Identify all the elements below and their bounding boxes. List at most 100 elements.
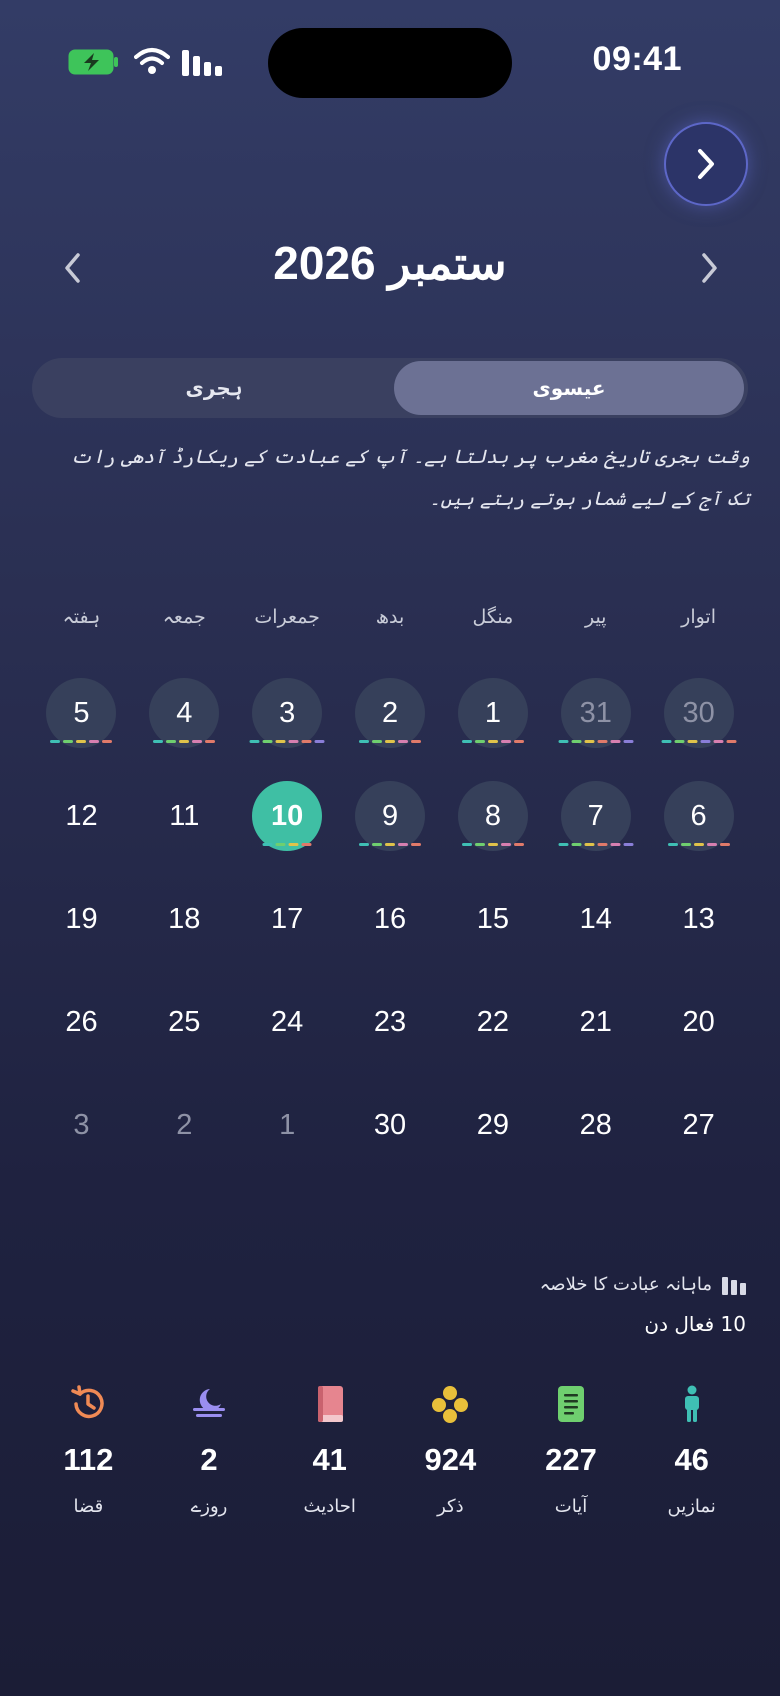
tab-gregorian[interactable]: عیسوی bbox=[394, 361, 744, 415]
dots-icon bbox=[430, 1384, 470, 1424]
calendar-day[interactable]: 16 bbox=[339, 866, 442, 969]
calendar-day[interactable]: 19 bbox=[30, 866, 133, 969]
activity-dash bbox=[372, 843, 382, 846]
battery-charging-icon bbox=[68, 49, 118, 75]
calendar-type-toggle: عیسوی ہجری bbox=[32, 358, 748, 418]
active-days-count: 10 فعال دن bbox=[644, 1312, 746, 1336]
calendar-day[interactable]: 25 bbox=[133, 969, 236, 1072]
activity-dash bbox=[597, 843, 608, 846]
calendar-day[interactable]: 22 bbox=[441, 969, 544, 1072]
activity-dash bbox=[719, 843, 730, 846]
day-number: 19 bbox=[65, 902, 98, 935]
chevron-right-icon bbox=[702, 253, 717, 283]
day-number: 20 bbox=[682, 1005, 715, 1038]
weekday-label: منگل bbox=[472, 606, 514, 628]
calendar-day[interactable]: 12 bbox=[30, 763, 133, 866]
calendar-day[interactable]: 31 bbox=[544, 660, 647, 763]
calendar-day[interactable]: 17 bbox=[236, 866, 339, 969]
stat-history[interactable]: 112 قضا bbox=[28, 1384, 149, 1517]
activity-dash bbox=[166, 740, 177, 743]
activity-dash bbox=[63, 740, 74, 743]
calendar-day[interactable]: 30 bbox=[339, 1072, 442, 1175]
calendar-day[interactable]: 13 bbox=[647, 866, 750, 969]
calendar-day[interactable]: 4 bbox=[133, 660, 236, 763]
day-number: 30 bbox=[373, 1108, 407, 1141]
activity-dash bbox=[288, 740, 299, 743]
activity-dash bbox=[610, 843, 621, 846]
chevron-right-icon bbox=[698, 149, 714, 179]
calendar-day[interactable]: 11 bbox=[133, 763, 236, 866]
stat-value: 46 bbox=[674, 1442, 709, 1477]
activity-indicators bbox=[558, 843, 634, 846]
activity-dash bbox=[275, 843, 286, 846]
tab-hijri[interactable]: ہجری bbox=[36, 361, 392, 415]
activity-dash bbox=[398, 740, 408, 743]
activity-dash bbox=[487, 740, 498, 743]
calendar-day[interactable]: 14 bbox=[544, 866, 647, 969]
next-month-button[interactable] bbox=[690, 246, 730, 290]
calendar-day[interactable]: 27 bbox=[647, 1072, 750, 1175]
activity-dash bbox=[372, 740, 382, 743]
weekday-label: جمعہ bbox=[162, 606, 206, 628]
calendar-day[interactable]: 15 bbox=[441, 866, 544, 969]
calendar-day[interactable]: 3 bbox=[30, 1072, 133, 1175]
day-number: 9 bbox=[355, 781, 426, 851]
status-time: 09:41 bbox=[592, 40, 682, 78]
calendar-day[interactable]: 21 bbox=[544, 969, 647, 1072]
calendar-day[interactable]: 7 bbox=[544, 763, 647, 866]
calendar-day[interactable]: 20 bbox=[647, 969, 750, 1072]
activity-dash bbox=[76, 740, 87, 743]
day-number: 31 bbox=[560, 678, 631, 748]
calendar-day[interactable]: 26 bbox=[30, 969, 133, 1072]
stat-moon[interactable]: 2 روزے bbox=[149, 1384, 270, 1517]
activity-dash bbox=[474, 843, 485, 846]
moon-icon bbox=[189, 1384, 229, 1424]
day-number: 24 bbox=[271, 1005, 304, 1038]
activity-dash bbox=[249, 740, 260, 743]
activity-dash bbox=[513, 740, 524, 743]
calendar-day[interactable]: 28 bbox=[544, 1072, 647, 1175]
stat-label: ذکر bbox=[437, 1496, 464, 1517]
activity-dash bbox=[301, 740, 312, 743]
calendar-day[interactable]: 6 bbox=[647, 763, 750, 866]
activity-dash bbox=[461, 843, 472, 846]
status-bar: 09:41 bbox=[0, 0, 780, 110]
calendar-day[interactable]: 9 bbox=[339, 763, 442, 866]
stat-dots[interactable]: 924 ذکر bbox=[390, 1384, 511, 1517]
day-number: 30 bbox=[663, 678, 734, 748]
activity-indicators bbox=[249, 740, 325, 743]
activity-dash bbox=[89, 740, 100, 743]
calendar-day[interactable]: 24 bbox=[236, 969, 339, 1072]
dynamic-island bbox=[268, 28, 512, 98]
calendar-day[interactable]: 2 bbox=[133, 1072, 236, 1175]
bar-chart-icon bbox=[722, 1276, 746, 1295]
month-title: ستمبر 2026 bbox=[273, 237, 507, 289]
stat-person[interactable]: 46 نمازیں bbox=[631, 1384, 752, 1517]
activity-dash bbox=[571, 740, 582, 743]
calendar-day[interactable]: 1 bbox=[441, 660, 544, 763]
activity-dash bbox=[584, 843, 595, 846]
calendar-day[interactable]: 2 bbox=[339, 660, 442, 763]
stat-value: 924 bbox=[424, 1442, 477, 1477]
calendar-day[interactable]: 1 bbox=[236, 1072, 339, 1175]
stat-book[interactable]: 227 آیات bbox=[511, 1384, 632, 1517]
activity-dash bbox=[487, 843, 498, 846]
calendar-day[interactable]: 30 bbox=[647, 660, 750, 763]
calendar-day[interactable]: 18 bbox=[133, 866, 236, 969]
activity-dash bbox=[288, 843, 299, 846]
day-number: 7 bbox=[560, 781, 631, 851]
forward-button[interactable] bbox=[664, 122, 748, 206]
calendar-day[interactable]: 5 bbox=[30, 660, 133, 763]
day-number: 4 bbox=[149, 678, 220, 748]
calendar-day[interactable]: 3 bbox=[236, 660, 339, 763]
stat-hadith-book[interactable]: 41 احادیث bbox=[269, 1384, 390, 1517]
monthly-summary-title: ماہانہ عبادت کا خلاصہ bbox=[540, 1274, 746, 1295]
wifi-icon bbox=[134, 48, 170, 74]
person-icon bbox=[672, 1384, 712, 1424]
calendar-day[interactable]: 8 bbox=[441, 763, 544, 866]
info-note: وقت ہجری تاریخ مغرب پر بدلتا ہے۔ آپ کے ع… bbox=[70, 446, 750, 510]
calendar-day[interactable]: 29 bbox=[441, 1072, 544, 1175]
calendar-day[interactable]: 10 bbox=[236, 763, 339, 866]
activity-dash bbox=[262, 740, 273, 743]
calendar-day[interactable]: 23 bbox=[339, 969, 442, 1072]
